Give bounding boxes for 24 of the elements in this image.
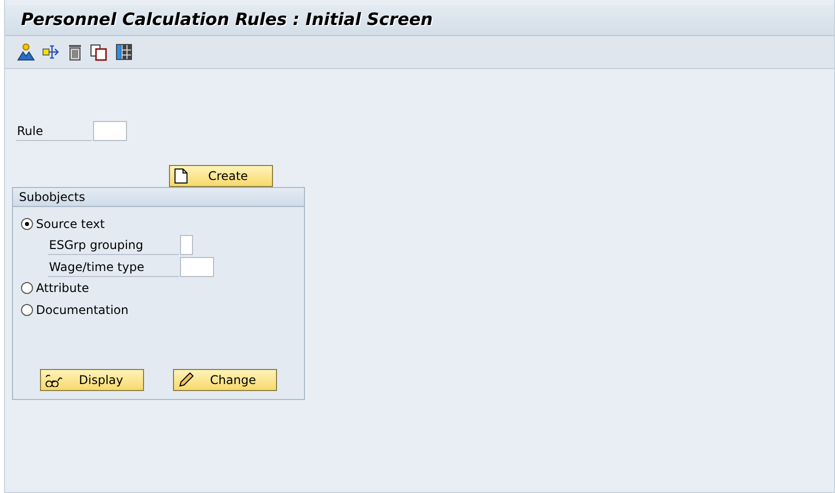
radio-button[interactable] — [21, 304, 33, 316]
window-title: Personnel Calculation Rules : Initial Screen — [21, 10, 433, 30]
person-landscape-icon[interactable] — [17, 43, 35, 61]
create-button[interactable]: Create — [169, 165, 273, 187]
change-button[interactable]: Change — [173, 369, 277, 391]
radio-option[interactable]: Attribute — [21, 277, 304, 299]
page-icon — [174, 168, 188, 184]
input-field[interactable] — [180, 235, 193, 255]
radio-button[interactable] — [21, 218, 33, 230]
trash-icon[interactable] — [67, 43, 83, 61]
field-label: Wage/time type — [48, 258, 179, 276]
radio-option[interactable]: Source text — [21, 213, 304, 235]
radio-button[interactable] — [21, 282, 33, 294]
input-field[interactable] — [180, 257, 214, 277]
table-icon[interactable] — [115, 43, 133, 61]
field-label: ESGrp grouping — [48, 236, 179, 254]
copy-icon[interactable] — [90, 43, 108, 61]
rule-label: Rule — [16, 122, 92, 140]
transfer-icon[interactable] — [42, 43, 60, 61]
rule-field[interactable] — [93, 121, 127, 141]
glasses-icon — [45, 373, 63, 387]
display-button[interactable]: Display — [40, 369, 144, 391]
radio-option[interactable]: Documentation — [21, 299, 304, 321]
pencil-icon — [178, 372, 194, 388]
